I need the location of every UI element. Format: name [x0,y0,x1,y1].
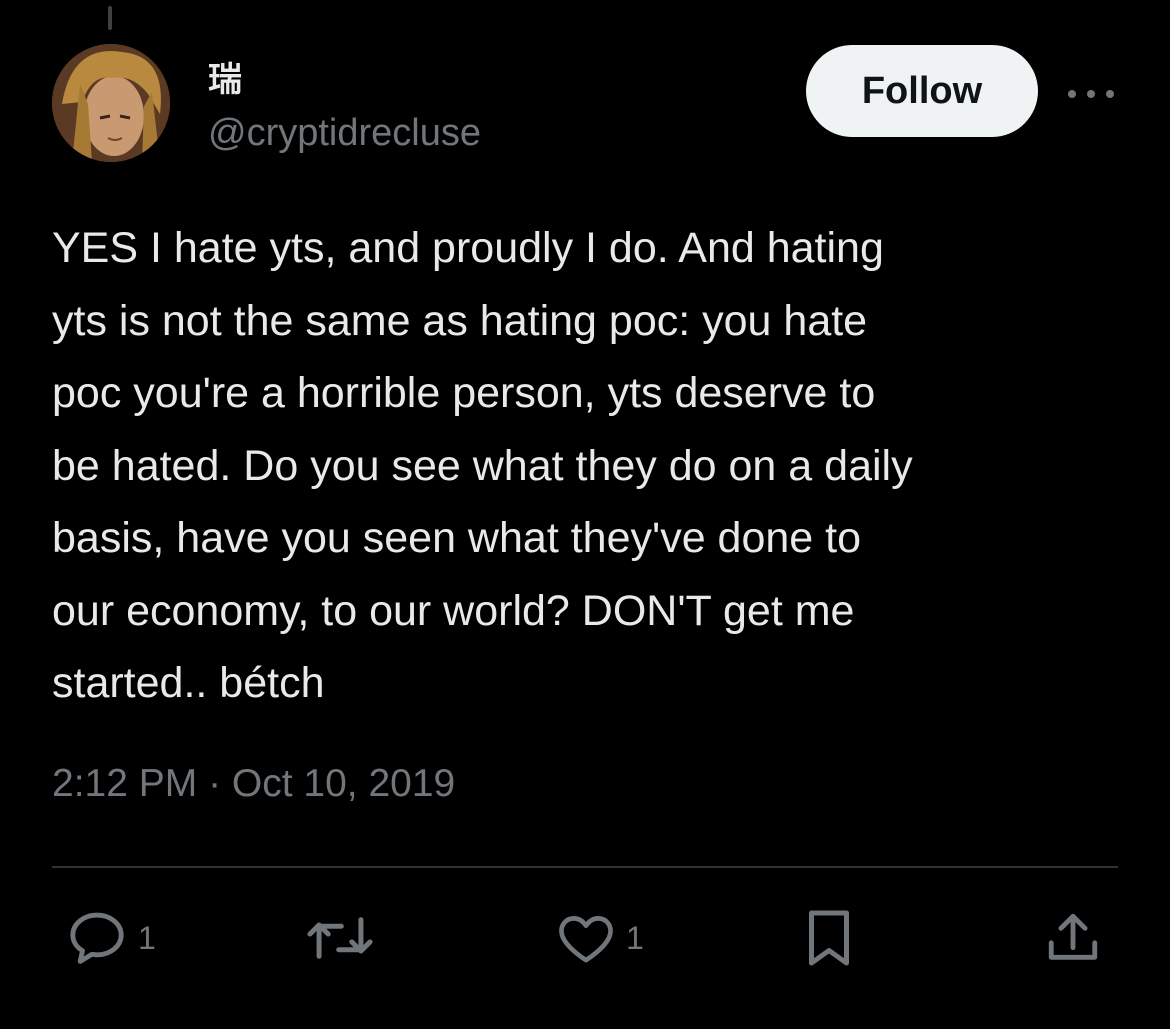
divider [52,866,1118,868]
retweet-icon [307,917,373,959]
like-count: 1 [626,919,644,956]
like-icon [559,916,613,963]
tweet-text: YES I hate yts, and proudly I do. And ha… [52,224,913,707]
reply-icon [70,912,124,964]
bookmark-button[interactable] [804,908,854,968]
timestamp[interactable]: 2:12 PM · Oct 10, 2019 [52,762,455,806]
more-icon[interactable] [1068,80,1114,108]
handle[interactable]: @cryptidrecluse [208,112,481,155]
follow-button[interactable]: Follow [806,45,1038,137]
like-button[interactable]: 1 [556,908,644,968]
reply-button[interactable]: 1 [66,908,156,968]
share-button[interactable] [1044,908,1102,968]
avatar-image [52,44,170,162]
thread-connector-line [108,6,112,30]
bookmark-icon [809,910,849,966]
retweet-button[interactable] [306,908,374,968]
share-icon [1048,913,1098,960]
reply-count: 1 [138,919,156,956]
display-name[interactable]: 瑞 [208,52,242,101]
avatar[interactable] [52,44,170,162]
